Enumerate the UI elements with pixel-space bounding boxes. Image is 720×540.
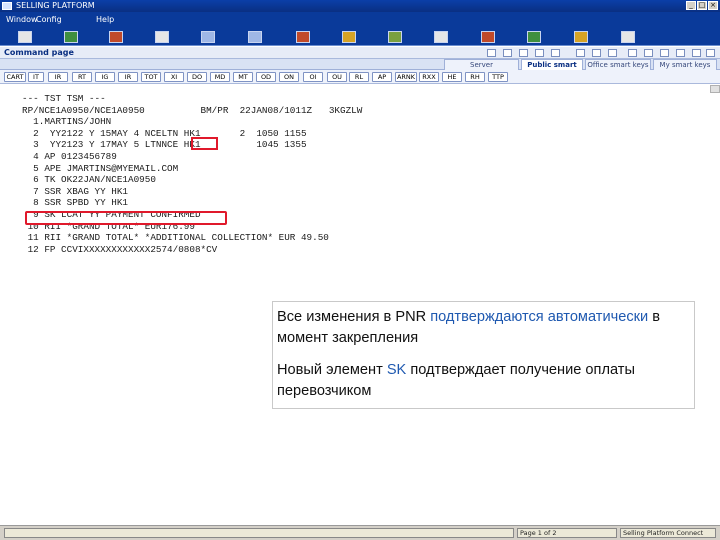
quick-button[interactable]: ON bbox=[279, 72, 299, 82]
page-action-icon[interactable] bbox=[676, 49, 685, 57]
quick-button[interactable]: IR bbox=[118, 72, 138, 82]
status-bar: Page 1 of 2 Selling Platform Connect bbox=[0, 525, 720, 540]
page-action-icon[interactable] bbox=[551, 49, 560, 57]
note-keyword: SK bbox=[386, 362, 407, 378]
quick-button[interactable]: RXX bbox=[419, 72, 439, 82]
quick-button[interactable]: DO bbox=[187, 72, 207, 82]
quick-button[interactable]: TTP bbox=[488, 72, 508, 82]
toolbar-tool-icon[interactable] bbox=[621, 31, 635, 43]
note-paragraph-1: Все изменения в PNR подтверждаются автом… bbox=[277, 309, 660, 346]
pnr-line: 4 AP 0123456789 bbox=[22, 150, 117, 162]
note-keyword: автоматически bbox=[547, 309, 649, 325]
pnr-line: 12 FP CCVIXXXXXXXXXXXX2574/0808*CV bbox=[22, 243, 218, 255]
menu-window[interactable]: Window bbox=[6, 12, 38, 28]
quick-button[interactable]: XI bbox=[164, 72, 184, 82]
pnr-line: 5 APE JMARTINS@MYEMAIL.COM bbox=[22, 162, 179, 174]
maximize-icon[interactable]: □ bbox=[697, 1, 707, 10]
page-action-icon[interactable] bbox=[692, 49, 701, 57]
pnr-line: --- TST TSM --- bbox=[22, 93, 106, 104]
toolbar-tool-icon[interactable] bbox=[342, 31, 356, 43]
page-action-icon[interactable] bbox=[519, 49, 528, 57]
quick-button[interactable]: RT bbox=[72, 72, 92, 82]
quick-button[interactable]: CART bbox=[4, 72, 26, 82]
toolbar-tool-icon[interactable] bbox=[64, 31, 78, 43]
pnr-line: RP/NCE1A0950/NCE1A0950 BM/PR 22JAN08/101… bbox=[22, 104, 363, 116]
command-page-label: Command page bbox=[4, 48, 74, 57]
highlight-box-hk1 bbox=[191, 137, 218, 150]
pnr-line: 8 SSR SPBD YY HK1 bbox=[22, 197, 129, 209]
toolbar-tool-icon[interactable] bbox=[296, 31, 310, 43]
annotation-note: Все изменения в PNR подтверждаются автом… bbox=[272, 301, 695, 409]
window-titlebar: SELLING PLATFORM _ □ × bbox=[0, 0, 720, 12]
quick-button[interactable]: MD bbox=[210, 72, 230, 82]
toolbar-tool-icon[interactable] bbox=[18, 31, 32, 43]
toolbar-tool-icon[interactable] bbox=[434, 31, 448, 43]
page-action-icon[interactable] bbox=[576, 49, 585, 57]
quick-button[interactable]: IR bbox=[48, 72, 68, 82]
page-action-icon[interactable] bbox=[628, 49, 637, 57]
pnr-line: 1.MARTINS/JOHN bbox=[22, 116, 112, 128]
command-page-header: Command page bbox=[0, 47, 720, 59]
page-action-icon[interactable] bbox=[660, 49, 669, 57]
toolbar-tool-icon[interactable] bbox=[388, 31, 402, 43]
tab-public-smart-keys[interactable]: Public smart keys bbox=[521, 59, 583, 80]
toolbar-tool-icon[interactable] bbox=[527, 31, 541, 43]
quick-button[interactable]: TOT bbox=[141, 72, 161, 82]
quick-button[interactable]: RH bbox=[465, 72, 485, 82]
quick-button[interactable]: OD bbox=[256, 72, 276, 82]
smart-keys-tabbar: Server Public smart keys Office smart ke… bbox=[0, 59, 720, 80]
page-action-icon[interactable] bbox=[503, 49, 512, 57]
page-action-icon[interactable] bbox=[487, 49, 496, 57]
toolbar-tool-icon[interactable] bbox=[574, 31, 588, 43]
quick-button[interactable]: ARNK bbox=[395, 72, 417, 82]
status-cell bbox=[4, 528, 514, 538]
tab-server[interactable]: Server bbox=[444, 59, 519, 70]
page-action-icon[interactable] bbox=[608, 49, 617, 57]
pnr-line: 11 RII *GRAND TOTAL* *ADDITIONAL COLLECT… bbox=[22, 232, 329, 244]
menu-bar: Window Config Help bbox=[0, 12, 720, 28]
minimize-icon[interactable]: _ bbox=[686, 1, 696, 10]
quick-button[interactable]: OI bbox=[303, 72, 323, 82]
note-paragraph-2: Новый элемент SK подтверждает получение … bbox=[277, 362, 635, 399]
pnr-line: 7 SSR XBAG YY HK1 bbox=[22, 185, 129, 197]
pnr-line: 6 TK OK22JAN/NCE1A0950 bbox=[22, 174, 156, 186]
page-action-icon[interactable] bbox=[535, 49, 544, 57]
status-page: Page 1 of 2 bbox=[517, 528, 617, 538]
toolbar-tool-icon[interactable] bbox=[155, 31, 169, 43]
page-action-icon[interactable] bbox=[644, 49, 653, 57]
scroll-up-button[interactable] bbox=[710, 85, 720, 93]
toolbar-tool-icon[interactable] bbox=[248, 31, 262, 43]
toolbar-tool-icon[interactable] bbox=[109, 31, 123, 43]
window-controls: _ □ × bbox=[686, 1, 718, 10]
quick-button[interactable]: HE bbox=[442, 72, 462, 82]
highlight-box-sk-element bbox=[25, 211, 227, 225]
quick-command-bar: CART IT IR RT IG IR TOT XI DO MD MT OD O… bbox=[0, 70, 720, 84]
app-icon bbox=[2, 2, 12, 10]
status-app: Selling Platform Connect bbox=[620, 528, 716, 538]
note-keyword: подтверждаются bbox=[430, 309, 544, 325]
page-action-icon[interactable] bbox=[706, 49, 715, 57]
quick-button[interactable]: AP bbox=[372, 72, 392, 82]
quick-button[interactable]: RL bbox=[349, 72, 369, 82]
toolbar-tool-icon[interactable] bbox=[481, 31, 495, 43]
quick-button[interactable]: OU bbox=[327, 72, 347, 82]
tab-office-smart-keys[interactable]: Office smart keys bbox=[585, 59, 651, 70]
window-title: SELLING PLATFORM bbox=[16, 1, 95, 10]
quick-button[interactable]: IG bbox=[95, 72, 115, 82]
icon-toolbar bbox=[0, 28, 720, 46]
menu-config[interactable]: Config bbox=[36, 12, 62, 28]
page-action-icon[interactable] bbox=[592, 49, 601, 57]
close-icon[interactable]: × bbox=[708, 1, 718, 10]
toolbar-tool-icon[interactable] bbox=[201, 31, 215, 43]
tab-my-smart-keys[interactable]: My smart keys bbox=[653, 59, 717, 70]
quick-button[interactable]: MT bbox=[233, 72, 253, 82]
menu-help[interactable]: Help bbox=[96, 12, 114, 28]
quick-button[interactable]: IT bbox=[28, 72, 44, 82]
pnr-display: --- TST TSM --- RP/NCE1A0950/NCE1A0950 B… bbox=[22, 93, 362, 255]
